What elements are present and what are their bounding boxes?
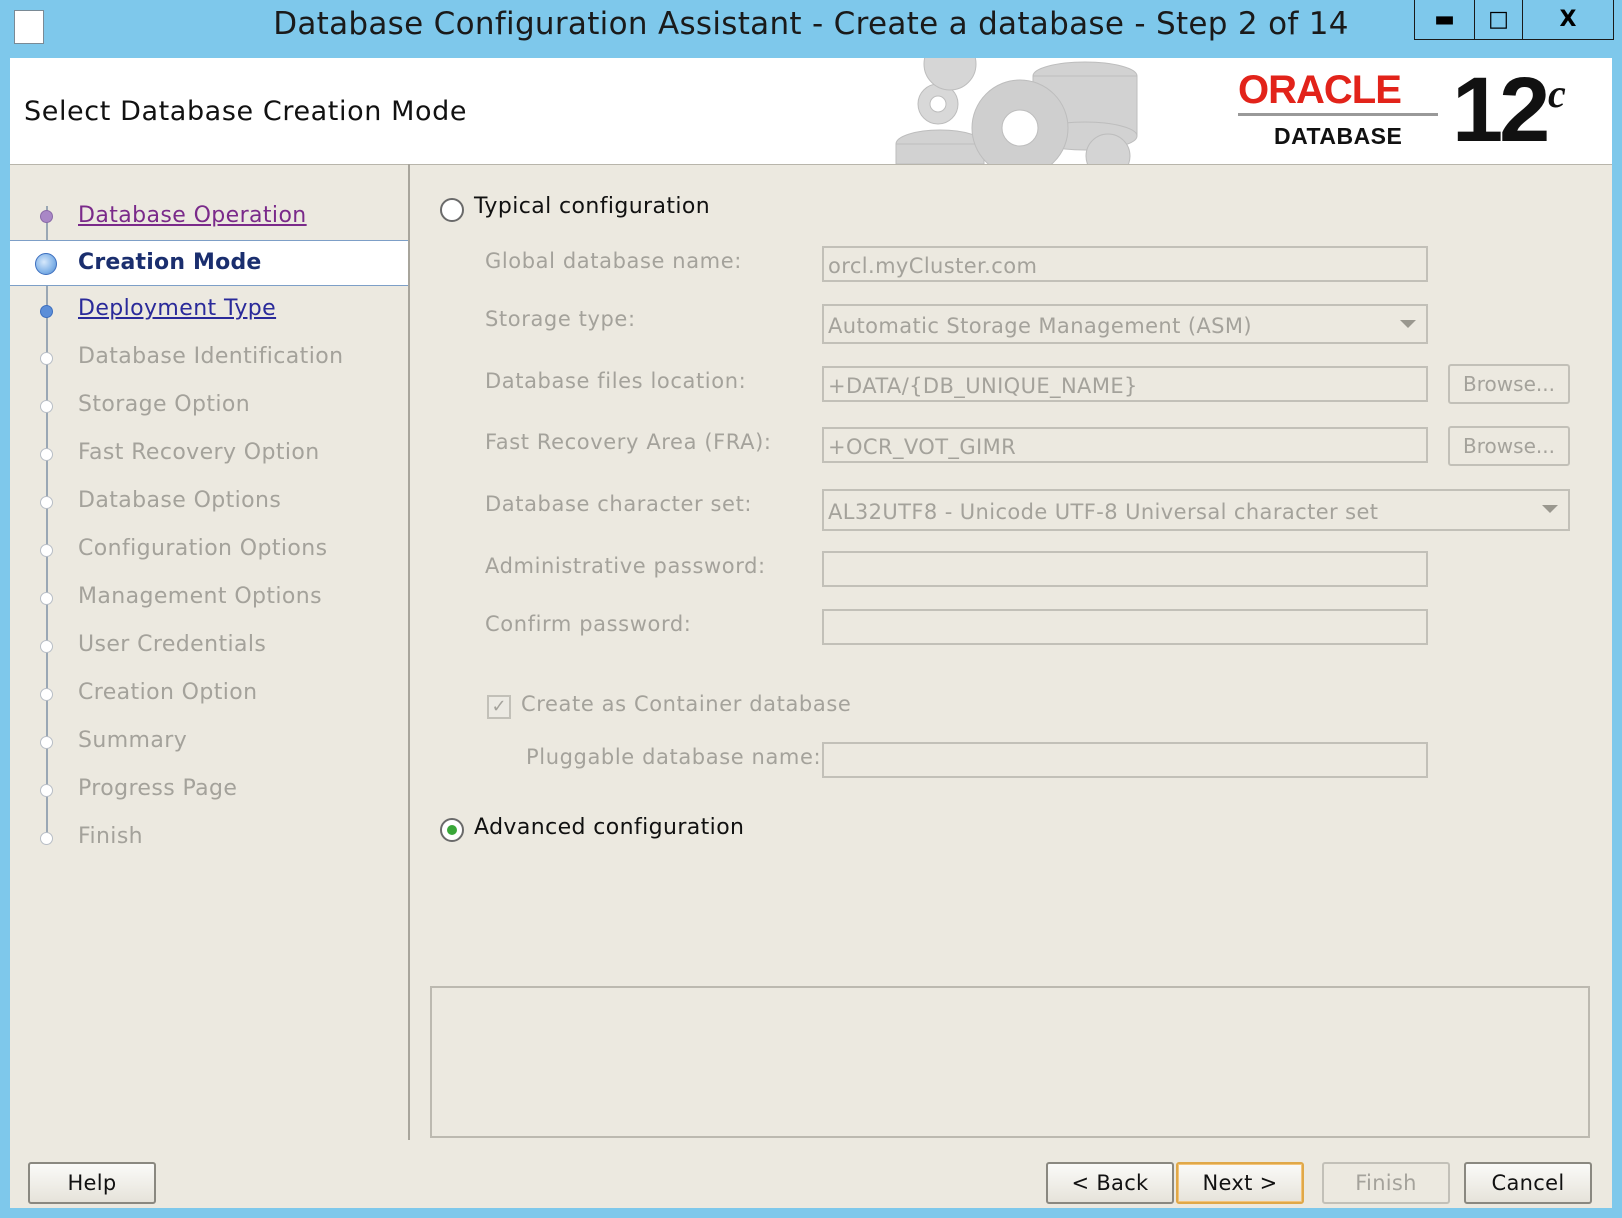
maximize-icon: □ (1488, 7, 1509, 32)
minimize-icon: ▬ (1434, 7, 1455, 32)
admin-password-label: Administrative password: (485, 554, 766, 578)
oracle-logo: ORACLE (1238, 68, 1402, 112)
db-files-location-field[interactable]: +DATA/{DB_UNIQUE_NAME} (822, 366, 1428, 402)
cancel-button[interactable]: Cancel (1464, 1162, 1592, 1204)
nav-item-progress-page: Progress Page (78, 776, 238, 801)
message-area (430, 986, 1590, 1138)
charset-select[interactable]: AL32UTF8 - Unicode UTF-8 Universal chara… (822, 489, 1570, 531)
advanced-configuration-radio[interactable] (440, 818, 464, 842)
pluggable-db-name-label: Pluggable database name: (526, 745, 822, 769)
step-indicator-icon (40, 832, 53, 845)
confirm-password-label: Confirm password: (485, 612, 692, 636)
next-button[interactable]: Next > (1176, 1162, 1304, 1204)
step-indicator-icon (40, 736, 53, 749)
help-button[interactable]: Help (28, 1162, 156, 1204)
nav-item-database-operation[interactable]: Database Operation (78, 203, 307, 228)
close-icon: X (1559, 7, 1577, 32)
nav-item-management-options: Management Options (78, 584, 323, 609)
step-indicator-icon (40, 448, 53, 461)
global-db-name-label: Global database name: (485, 249, 742, 273)
charset-value: AL32UTF8 - Unicode UTF-8 Universal chara… (828, 500, 1379, 524)
step-indicator-icon (40, 400, 53, 413)
nav-item-database-options: Database Options (78, 488, 282, 513)
container-db-checkbox[interactable]: ✓ (487, 695, 511, 719)
chevron-down-icon (1542, 505, 1558, 513)
nav-item-database-identification: Database Identification (78, 344, 344, 369)
db-files-location-label: Database files location: (485, 369, 747, 393)
fra-label: Fast Recovery Area (FRA): (485, 430, 772, 454)
current-step-icon (35, 253, 57, 275)
nav-item-configuration-options: Configuration Options (78, 536, 328, 561)
step-indicator-icon (40, 352, 53, 365)
storage-type-label: Storage type: (485, 307, 636, 331)
typical-configuration-label[interactable]: Typical configuration (474, 194, 710, 219)
confirm-password-field[interactable] (822, 609, 1428, 645)
logo-divider (1238, 113, 1438, 116)
close-button[interactable]: X (1522, 0, 1614, 40)
browse-db-files-button[interactable]: Browse... (1448, 364, 1570, 404)
step-indicator-icon (40, 544, 53, 557)
step-indicator-icon (40, 688, 53, 701)
container-db-label[interactable]: Create as Container database (521, 692, 851, 716)
advanced-configuration-label[interactable]: Advanced configuration (474, 815, 744, 840)
nav-item-finish: Finish (78, 824, 144, 849)
nav-item-creation-mode[interactable]: Creation Mode (78, 250, 262, 275)
storage-type-value: Automatic Storage Management (ASM) (828, 314, 1253, 338)
step-indicator-icon (40, 640, 53, 653)
step-indicator-icon (40, 305, 53, 318)
fra-field[interactable]: +OCR_VOT_GIMR (822, 427, 1428, 463)
window-title: Database Configuration Assistant - Creat… (273, 6, 1349, 42)
browse-fra-button[interactable]: Browse... (1448, 426, 1570, 466)
charset-label: Database character set: (485, 492, 753, 516)
nav-item-creation-option: Creation Option (78, 680, 258, 705)
nav-item-fast-recovery-option: Fast Recovery Option (78, 440, 320, 465)
minimize-button[interactable]: ▬ (1414, 0, 1474, 40)
step-indicator-icon (40, 496, 53, 509)
nav-item-deployment-type[interactable]: Deployment Type (78, 296, 276, 321)
chevron-down-icon (1400, 320, 1416, 328)
back-button[interactable]: < Back (1046, 1162, 1174, 1204)
pluggable-db-name-field[interactable] (822, 742, 1428, 778)
maximize-button[interactable]: □ (1474, 0, 1522, 40)
storage-type-select[interactable]: Automatic Storage Management (ASM) (822, 304, 1428, 344)
step-indicator-icon (40, 592, 53, 605)
step-indicator-icon (40, 784, 53, 797)
gears-database-graphic (895, 58, 1138, 164)
global-db-name-field[interactable]: orcl.myCluster.com (822, 246, 1428, 282)
step-indicator-icon (40, 210, 53, 223)
nav-item-summary: Summary (78, 728, 188, 753)
nav-item-storage-option: Storage Option (78, 392, 251, 417)
product-name: DATABASE (1274, 123, 1403, 149)
admin-password-field[interactable] (822, 551, 1428, 587)
version-number: 12 (1452, 59, 1550, 161)
typical-configuration-radio[interactable] (440, 198, 464, 222)
version-suffix: c (1548, 71, 1566, 116)
nav-item-user-credentials: User Credentials (78, 632, 267, 657)
page-title: Select Database Creation Mode (24, 96, 468, 127)
finish-button[interactable]: Finish (1322, 1162, 1450, 1204)
